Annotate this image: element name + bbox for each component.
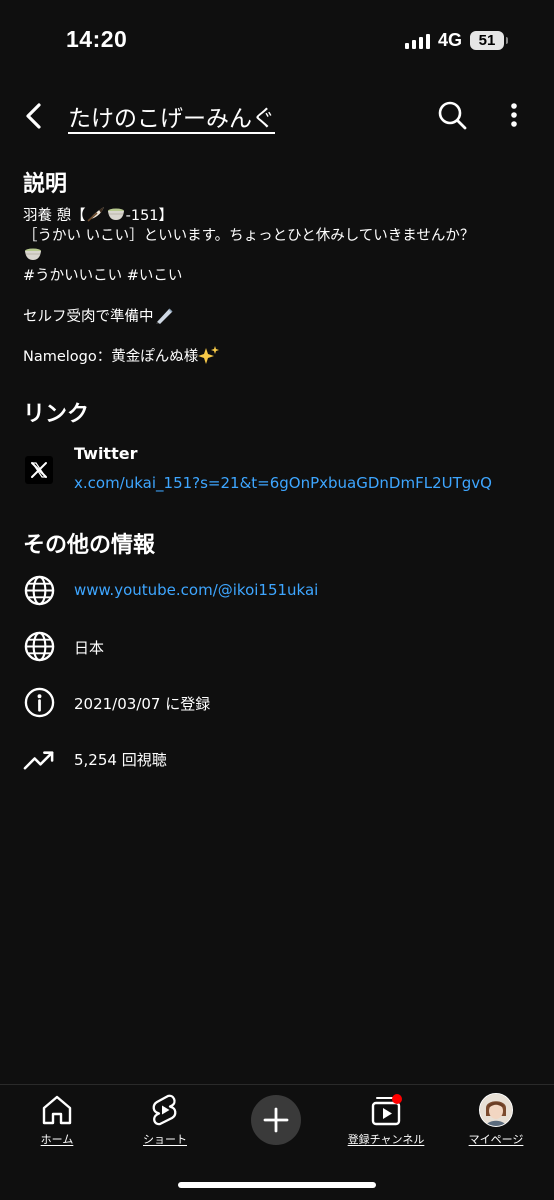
description-line: Namelogo：黄金ぽんぬ様 xyxy=(23,346,533,366)
description-line6-text: セルフ受肉で準備中 xyxy=(23,309,154,325)
tea-cup-emoji-icon xyxy=(25,248,41,260)
globe-icon xyxy=(24,575,55,606)
battery-tip xyxy=(506,37,508,44)
status-bar: 14:20 4G 51 xyxy=(0,0,554,84)
feather-emoji-icon xyxy=(87,207,104,222)
status-time: 14:20 xyxy=(66,26,128,52)
description-line: ［うかい いこい］といいます。ちょっとひと休みしていきませんか？ xyxy=(23,228,475,244)
joined-date-text: 2021/03/07 に登録 xyxy=(74,695,211,713)
avatar xyxy=(479,1093,513,1127)
description-text: 羽養 憩【 -151】 ［うかい いこい］といいます。ちょっとひと休みしていきませ… xyxy=(23,206,533,366)
nav-my-page-label: マイページ xyxy=(468,1133,524,1146)
x-logo-icon xyxy=(25,456,53,484)
create-button[interactable] xyxy=(251,1095,301,1145)
country-text: 日本 xyxy=(74,639,105,657)
link-url[interactable]: x.com/ukai_151?s=21&t=6gOnPxbuaGDnDmFL2U… xyxy=(74,474,492,492)
nav-home-label: ホーム xyxy=(40,1133,74,1146)
description-line: セルフ受肉で準備中 xyxy=(23,306,533,326)
back-arrow-icon xyxy=(26,103,41,129)
app-header: たけのこげーみんぐ xyxy=(0,90,554,140)
link-title: Twitter xyxy=(74,444,138,463)
signal-icon xyxy=(404,33,430,49)
info-row-joined: 2021/03/07 に登録 xyxy=(0,686,554,726)
description-line8-text: Namelogo：黄金ぽんぬ様 xyxy=(23,349,199,365)
other-info-heading: その他の情報 xyxy=(23,533,156,558)
trending-up-icon xyxy=(23,751,54,770)
battery-icon: 51 xyxy=(470,31,508,50)
nav-my-page[interactable]: マイページ xyxy=(441,1093,551,1147)
info-row-channel-url[interactable]: www.youtube.com/@ikoi151ukai xyxy=(0,574,554,614)
search-icon xyxy=(438,101,467,130)
sparkles-emoji-icon xyxy=(198,346,220,364)
more-options-button[interactable] xyxy=(502,99,526,131)
info-circle-icon xyxy=(24,687,55,718)
x-glyph xyxy=(31,462,47,478)
description-line: 羽養 憩【 -151】 xyxy=(23,206,533,226)
nav-shorts-label: ショート xyxy=(143,1133,187,1146)
nav-subscriptions[interactable]: 登録チャンネル xyxy=(331,1093,441,1147)
pen-emoji-icon xyxy=(155,308,173,324)
nav-subscriptions-label: 登録チャンネル xyxy=(347,1133,425,1146)
shorts-icon xyxy=(152,1094,177,1126)
channel-url-link[interactable]: www.youtube.com/@ikoi151ukai xyxy=(74,581,318,599)
status-indicators: 4G 51 xyxy=(404,30,508,51)
info-row-views: 5,254 回視聴 xyxy=(0,742,554,782)
avatar-image xyxy=(480,1094,512,1126)
battery-level: 51 xyxy=(470,31,504,50)
description-line: #うかいいこい #いこい xyxy=(23,268,183,284)
back-button[interactable] xyxy=(18,100,50,132)
tea-cup-emoji-icon xyxy=(107,208,124,220)
plus-icon xyxy=(263,1107,289,1133)
home-indicator[interactable] xyxy=(178,1182,376,1188)
search-button[interactable] xyxy=(436,99,468,131)
channel-title[interactable]: たけのこげーみんぐ xyxy=(68,99,275,133)
nav-home[interactable]: ホーム xyxy=(2,1093,112,1147)
subscriptions-icon xyxy=(371,1094,402,1126)
channel-about-page: 14:20 4G 51 たけのこげーみんぐ 説明 羽養 憩【 -151】 ［うか… xyxy=(0,0,554,1200)
network-type: 4G xyxy=(437,30,462,50)
description-line1-suffix: -151】 xyxy=(125,208,174,224)
info-row-country: 日本 xyxy=(0,630,554,670)
description-line1-prefix: 羽養 憩【 xyxy=(23,208,86,224)
description-heading: 説明 xyxy=(23,172,68,197)
home-icon xyxy=(42,1095,72,1125)
view-count-text: 5,254 回視聴 xyxy=(74,751,167,769)
description-line xyxy=(23,246,533,266)
links-heading: リンク xyxy=(23,402,90,427)
globe-icon xyxy=(24,631,55,662)
more-vert-icon xyxy=(511,103,517,127)
nav-shorts[interactable]: ショート xyxy=(110,1093,220,1147)
